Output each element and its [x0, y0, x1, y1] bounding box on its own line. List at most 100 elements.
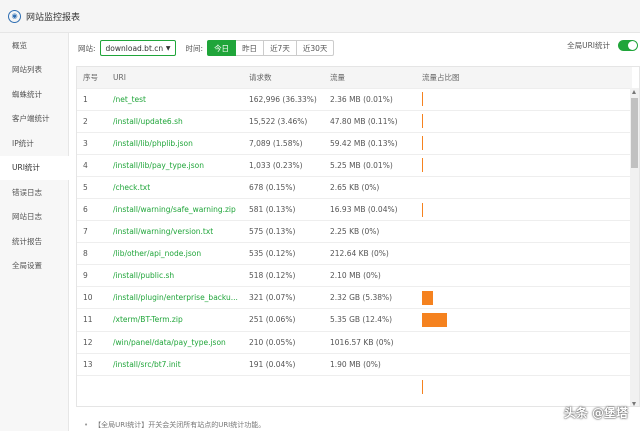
row-share-chart	[416, 265, 632, 287]
row-number: 3	[83, 138, 88, 148]
main-panel: 网站: download.bt.cn ▼ 时间: 今日 昨日 近7天 近30天 全局U…	[69, 33, 640, 431]
table-scrollbar[interactable]	[630, 88, 639, 406]
filter-bar: 网站: download.bt.cn ▼ 时间: 今日 昨日 近7天 近30天 全局U…	[78, 39, 638, 57]
table-row: 11/xterm/BT-Term.zip 251 (0.06%) 5.35 GB (…	[77, 308, 632, 331]
uri-table-container: 序号 URI 请求数 流量 流量占比图 1/net_test 162,996 (36.33…	[76, 66, 640, 407]
table-row: 1/net_test 162,996 (36.33%) 2.36 MB (0.01%…	[77, 88, 632, 110]
row-requests: 678 (0.15%)	[249, 182, 296, 192]
window-title: 网站监控报表	[26, 12, 81, 23]
sidebar-item[interactable]: 网站列表	[0, 58, 68, 83]
share-bar	[422, 114, 423, 129]
row-requests	[243, 375, 324, 397]
row-number: 7	[83, 227, 88, 237]
table-row: 9/install/public.sh 518 (0.12%) 2.10 MB (0…	[77, 264, 632, 287]
global-uri-toggle-label: 全局URI统计	[567, 41, 610, 50]
share-bar	[422, 202, 423, 217]
app-logo-icon: ◉	[8, 9, 21, 23]
row-uri: /check.txt	[113, 182, 151, 192]
sidebar-item[interactable]: 统计报告	[0, 229, 68, 254]
row-share-chart	[416, 221, 632, 243]
row-requests: 7,089 (1.58%)	[249, 138, 303, 148]
row-traffic: 1.90 MB (0%)	[330, 359, 381, 369]
table-row: 6/install/warning/safe_warning.zip 581 (0…	[77, 198, 632, 220]
row-traffic: 2.25 KB (0%)	[330, 227, 380, 237]
sidebar-item[interactable]: 概览	[0, 33, 68, 58]
row-number: 8	[83, 249, 88, 259]
row-requests: 1,033 (0.23%)	[249, 160, 303, 170]
window-titlebar: ◉ 网站监控报表	[0, 0, 640, 33]
global-uri-toggle-wrap: 全局URI统计	[567, 40, 638, 51]
column-header: 请求数	[249, 72, 272, 82]
row-uri: /install/lib/phplib.json	[113, 138, 193, 148]
table-row: 10/install/plugin/enterprise_backu... 321…	[77, 286, 632, 309]
sidebar-item[interactable]: URI统计	[0, 155, 69, 180]
column-header: 流量占比图	[422, 72, 460, 82]
row-number: 11	[83, 315, 93, 325]
sidebar-item[interactable]: 错误日志	[0, 180, 68, 205]
row-share-chart	[416, 353, 632, 375]
row-uri: /install/update6.sh	[113, 116, 183, 126]
column-header: 流量	[330, 72, 345, 82]
row-uri	[107, 375, 243, 397]
share-bar	[422, 158, 423, 173]
row-share-chart	[416, 243, 632, 265]
row-traffic: 2.36 MB (0.01%)	[330, 94, 393, 104]
site-select[interactable]: download.bt.cn ▼	[99, 40, 176, 56]
site-label: 网站:	[78, 43, 96, 53]
scroll-up-icon[interactable]	[632, 90, 636, 94]
row-number: 2	[83, 116, 88, 126]
share-bar	[422, 290, 433, 305]
row-share-chart	[416, 88, 632, 110]
row-traffic: 1016.57 KB (0%)	[330, 337, 394, 347]
row-traffic: 2.10 MB (0%)	[330, 271, 381, 281]
row-share-chart	[416, 331, 632, 353]
row-share-chart	[416, 110, 632, 132]
row-requests: 581 (0.13%)	[249, 205, 296, 215]
sidebar-item[interactable]: 网站日志	[0, 205, 68, 230]
table-row: 4/install/lib/pay_type.json 1,033 (0.23%)…	[77, 154, 632, 176]
sidebar-item[interactable]: 客户端统计	[0, 107, 68, 132]
row-number: 9	[83, 271, 88, 281]
row-uri: /lib/other/api_node.json	[113, 249, 202, 259]
row-requests: 15,522 (3.46%)	[249, 116, 308, 126]
row-uri: /install/warning/version.txt	[113, 227, 214, 237]
row-uri: /install/lib/pay_type.json	[113, 160, 204, 170]
row-uri: /install/warning/safe_warning.zip	[113, 205, 236, 215]
scroll-down-icon[interactable]	[632, 402, 636, 406]
row-share-chart	[416, 287, 632, 309]
row-share-chart	[416, 154, 632, 176]
row-requests: 535 (0.12%)	[249, 249, 296, 259]
row-requests: 210 (0.05%)	[249, 337, 296, 347]
row-traffic: 59.42 MB (0.13%)	[330, 138, 398, 148]
table-row: 2/install/update6.sh 15,522 (3.46%) 47.80 …	[77, 110, 632, 132]
watermark: 头条 @堡塔	[563, 406, 628, 420]
row-uri: /install/public.sh	[113, 271, 175, 281]
table-row: 12/win/panel/data/pay_type.json 210 (0.05…	[77, 331, 632, 353]
notes: 【全局URI统计】开关会关闭所有站点的URI统计功能。URI请求和流量统计会耗费…	[84, 418, 624, 431]
row-uri: /win/panel/data/pay_type.json	[113, 337, 226, 347]
row-share-chart	[416, 198, 632, 220]
row-traffic: 5.25 MB (0.01%)	[330, 160, 393, 170]
sidebar-item[interactable]: 全局设置	[0, 254, 68, 279]
time-tab[interactable]: 今日	[207, 40, 237, 56]
site-select-value: download.bt.cn	[105, 43, 164, 53]
row-number: 10	[83, 293, 93, 303]
share-bar	[422, 92, 423, 107]
row-traffic: 16.93 MB (0.04%)	[330, 205, 398, 215]
row-requests: 518 (0.12%)	[249, 271, 296, 281]
table-row	[77, 375, 632, 397]
note-item: 【全局URI统计】开关会关闭所有站点的URI统计功能。	[84, 418, 624, 431]
time-tab[interactable]: 昨日	[236, 40, 265, 56]
sidebar-item[interactable]: 蜘蛛统计	[0, 82, 68, 107]
caret-down-icon: ▼	[165, 44, 171, 52]
global-uri-toggle[interactable]	[618, 40, 638, 51]
share-bar	[422, 312, 447, 327]
row-traffic: 2.32 GB (5.38%)	[330, 293, 393, 303]
row-traffic: 5.35 GB (12.4%)	[330, 315, 393, 325]
row-number: 12	[83, 337, 93, 347]
time-tab[interactable]: 近30天	[296, 40, 335, 56]
sidebar-item[interactable]: IP统计	[0, 131, 68, 156]
scrollbar-thumb[interactable]	[631, 98, 638, 168]
share-bar	[422, 379, 423, 394]
time-tab[interactable]: 近7天	[264, 40, 297, 56]
